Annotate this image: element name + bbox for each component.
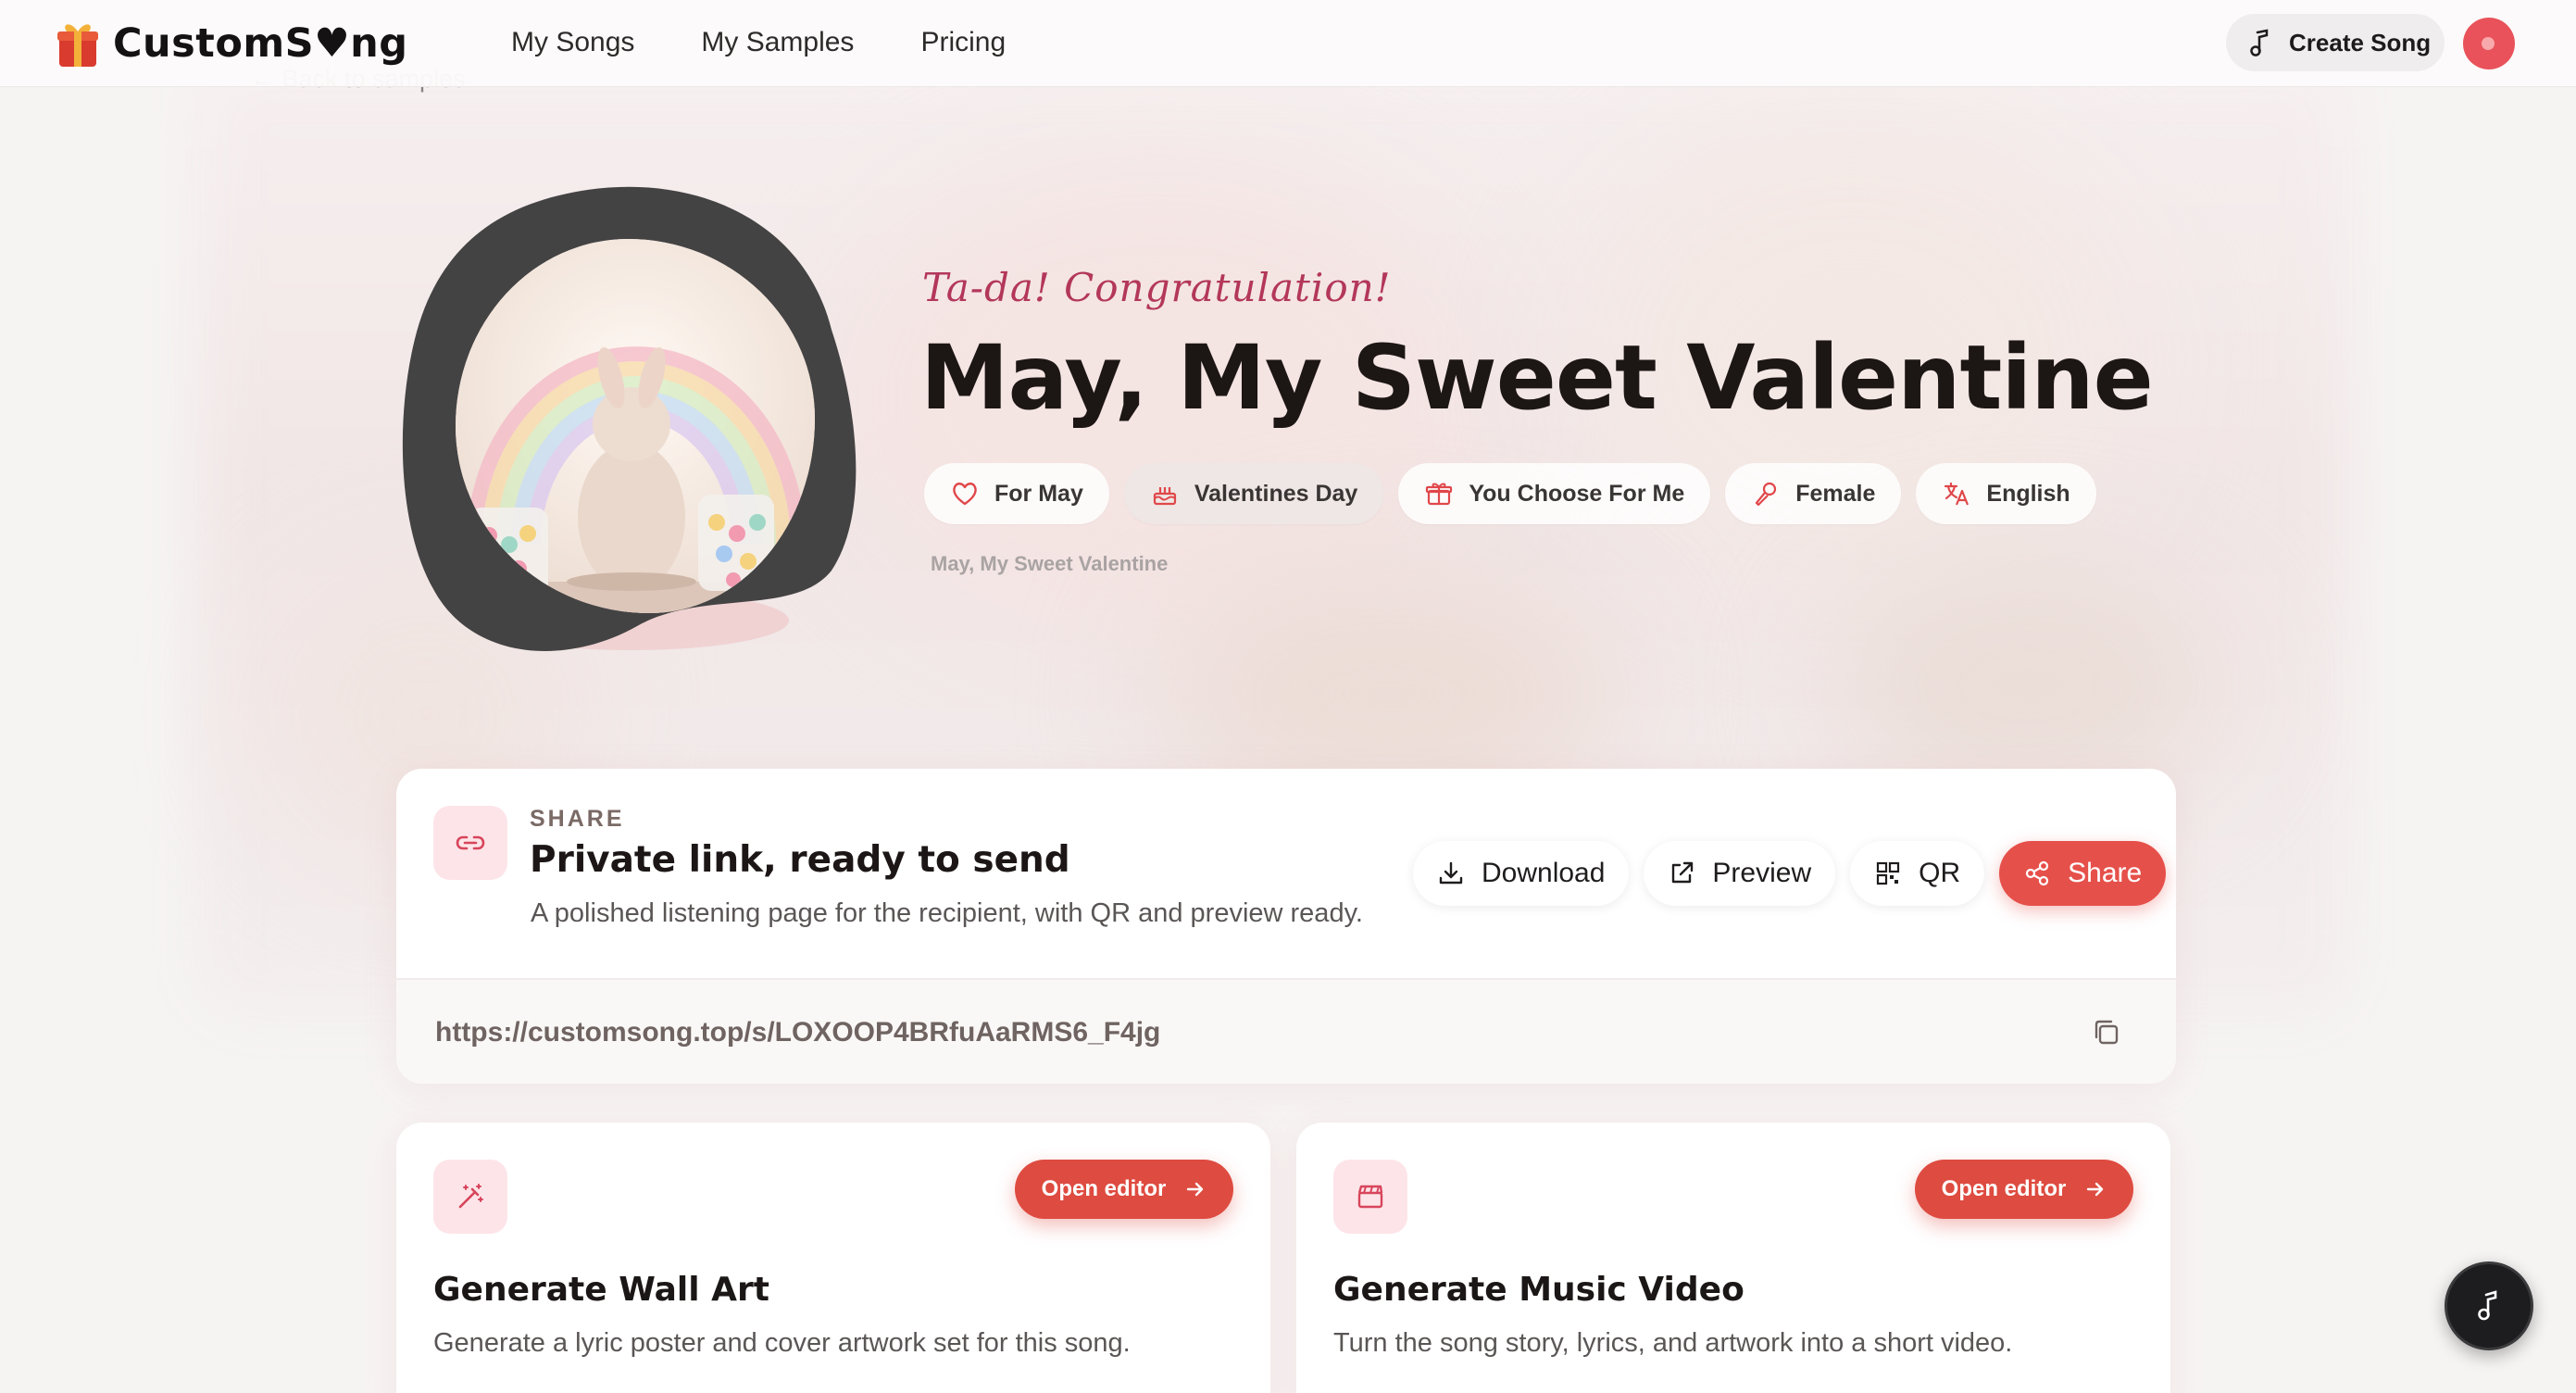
chip-language-label: English [1986,480,2070,507]
music-video-description: Turn the song story, lyrics, and artwork… [1333,1328,2013,1358]
song-title: May, My Sweet Valentine [920,326,2154,430]
copy-icon[interactable] [2091,1017,2122,1048]
download-button[interactable]: Download [1413,841,1630,906]
cake-icon [1153,487,1176,506]
link-icon-box [433,806,507,880]
heart-icon [953,483,977,506]
share-link-row: https://customsong.top/s/LOXOOP4BRfuAaRM… [396,978,2176,1084]
create-song-label: Create Song [2289,28,2432,56]
clapperboard-icon [1357,1185,1383,1209]
hero-background [0,0,2576,1393]
chip-voice[interactable]: Female [1725,463,1902,524]
music-note-icon [2478,1290,2497,1321]
arrow-right-icon [2087,1182,2104,1197]
floating-player-button[interactable] [2445,1261,2533,1350]
gift-logo-icon [57,24,98,67]
congrats-tagline: Ta-da! Congratulation! [922,265,1392,310]
qr-code-icon [1877,861,1900,885]
logo[interactable]: CustomS♥ng [56,17,408,70]
chip-occasion-label: Valentines Day [1194,480,1358,507]
main-nav: My Songs My Samples Pricing [511,24,1006,61]
open-editor-label: Open editor [1041,1176,1167,1201]
wall-art-icon-box [433,1160,507,1234]
qr-button[interactable]: QR [1850,841,1985,906]
share-description: A polished listening page for the recipi… [531,898,1363,928]
music-video-card: Open editor Generate Music Video Turn th… [1296,1123,2170,1393]
chip-voice-label: Female [1795,480,1876,507]
nav-my-songs[interactable]: My Songs [511,24,634,61]
link-icon [456,835,485,850]
chip-recipient-label: For May [994,480,1083,507]
share-icon [2026,860,2049,886]
magic-wand-icon [458,1184,483,1209]
wall-art-description: Generate a lyric poster and cover artwor… [433,1328,1131,1358]
chip-style-label: You Choose For Me [1469,480,1685,507]
arrow-right-icon [1187,1182,1204,1197]
download-label: Download [1482,858,1606,888]
open-wall-art-editor-button[interactable]: Open editor [1015,1160,1233,1219]
wall-art-title: Generate Wall Art [433,1271,769,1309]
music-note-icon [2250,29,2269,56]
share-label: Share [2068,858,2143,888]
translate-icon [1945,482,1970,506]
wall-art-card: Open editor Generate Wall Art Generate a… [396,1123,1270,1393]
share-eyebrow: SHARE [530,806,625,832]
chip-style[interactable]: You Choose For Me [1398,463,1711,524]
music-video-title: Generate Music Video [1333,1271,1744,1309]
chip-recipient[interactable]: For May [924,463,1109,524]
nav-pricing[interactable]: Pricing [920,24,1006,61]
chip-language[interactable]: English [1916,463,2096,524]
share-button[interactable]: Share [1999,841,2167,906]
open-music-video-editor-button[interactable]: Open editor [1915,1160,2133,1219]
logo-text: CustomS♥ng [113,20,408,67]
download-icon [1439,861,1463,885]
user-avatar[interactable] [2463,18,2515,69]
song-subtitle: May, My Sweet Valentine [931,552,1169,575]
share-url[interactable]: https://customsong.top/s/LOXOOP4BRfuAaRM… [435,1017,1160,1048]
preview-label: Preview [1712,858,1812,888]
preview-button[interactable]: Preview [1644,841,1836,906]
song-attribute-chips: For May Valentines Day You Choose For Me… [924,463,2096,524]
chip-occasion[interactable]: Valentines Day [1123,463,1384,524]
microphone-icon [1756,482,1777,507]
external-link-icon [1672,861,1694,884]
open-editor-label: Open editor [1941,1176,2067,1201]
share-heading: Private link, ready to send [530,839,1070,881]
gift-icon [1426,483,1453,506]
nav-my-samples[interactable]: My Samples [701,24,854,61]
music-video-icon-box [1333,1160,1407,1234]
share-card: SHARE Private link, ready to send A poli… [396,769,2176,1084]
qr-label: QR [1919,858,1961,888]
top-nav-bar: CustomS♥ng My Songs My Samples Pricing C… [0,0,2576,87]
share-actions: Download Preview QR Share [1413,841,2167,906]
create-song-button[interactable]: Create Song [2226,14,2445,71]
